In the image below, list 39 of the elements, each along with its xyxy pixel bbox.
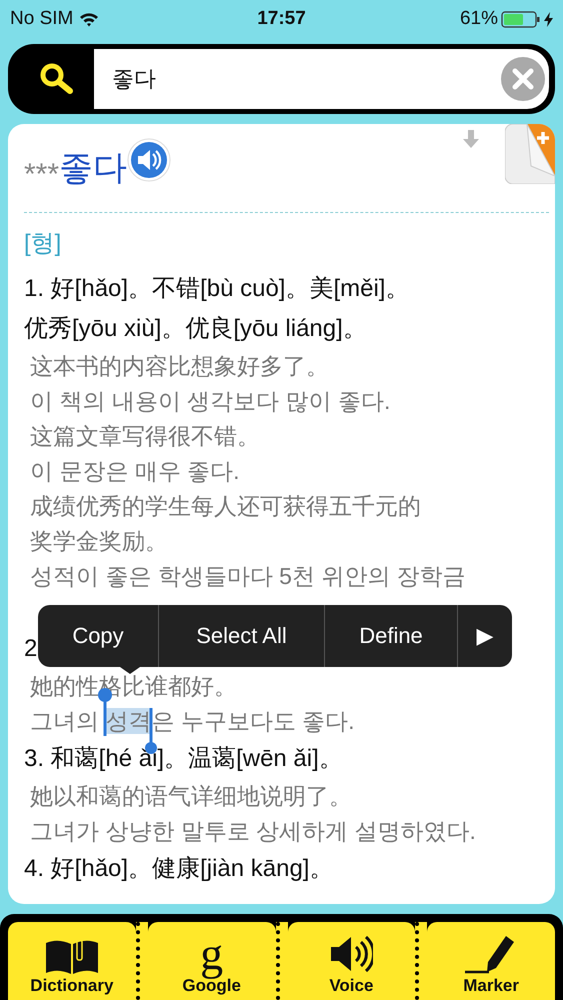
example-sentence: 그녀의 성격 은 누구보다도 좋다. [30,708,355,735]
clock-time: 17:57 [257,8,306,30]
frequency-stars: *** [24,158,60,192]
search-box[interactable]: 좋다 [94,49,549,109]
speaker-icon[interactable] [127,138,172,182]
carrier-label: No SIM [10,8,74,30]
menu-item[interactable]: ▶ [457,605,512,667]
menu-item[interactable]: Select All [158,605,324,667]
menu-item[interactable]: Copy [38,605,158,667]
toolbar-button[interactable]: Marker [427,922,555,1000]
definition-text: 1. 好[hǎo]。不错[bù cuò]。美[měi]。 [24,274,410,304]
example-sentence: 이 책의 내용이 생각보다 많이 좋다. [30,388,390,415]
headword: 좋다 [59,148,128,189]
example-sentence: 这篇文章写得很不错。 [30,423,260,450]
toolbar-button[interactable]: Voice [288,922,416,1000]
add-bookmark-icon[interactable] [505,124,555,184]
speaker-icon [329,934,374,974]
example-sentence: 성적이 좋은 학생들마다 5천 위안의 장학금 [30,563,466,590]
battery-icon [500,10,541,28]
example-sentence: 这本书的内容比想象好多了。 [30,353,329,380]
definition-text: 2 [24,634,38,664]
example-sentence: 그녀가 상냥한 말투로 상세하게 설명하였다. [30,818,476,845]
battery-percent: 61% [460,8,498,30]
example-sentence: 她以和蔼的语气详细地说明了。 [30,783,352,810]
search-icon[interactable] [38,61,74,97]
book-icon [46,940,98,974]
part-of-speech: [형] [24,229,62,259]
wifi-icon [79,12,100,26]
example-sentence: 成绩优秀的学生每人还可获得五千元的 [30,493,421,520]
charging-icon [544,12,553,26]
toolbar-button[interactable]: Dictionary [8,922,136,1000]
example-sentence: 이 문장은 매우 좋다. [30,458,240,485]
search-field[interactable]: 좋다 [110,65,501,93]
clear-icon[interactable] [501,57,545,101]
toolbar-button[interactable]: g Google [148,922,276,1000]
example-sentence: 奖学金奖励。 [30,528,168,555]
definition-text: 4. 好[hǎo]。健康[jiàn kāng]。 [24,854,334,884]
definition-text: 优秀[yōu xiù]。优良[yōu liáng]。 [24,314,367,344]
menu-item[interactable]: Define [324,605,457,667]
